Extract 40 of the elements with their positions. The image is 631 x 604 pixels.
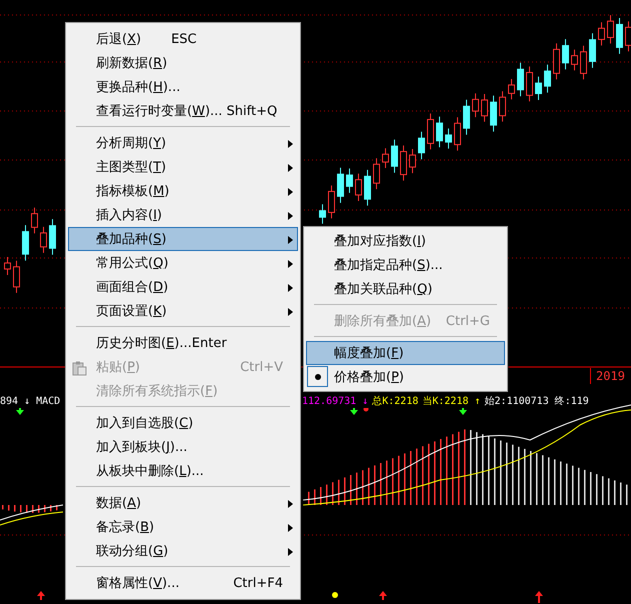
- signal-dot: [332, 592, 338, 598]
- menu-item[interactable]: 常用公式(Q): [68, 251, 298, 275]
- menu-item[interactable]: 画面组合(D): [68, 275, 298, 299]
- menu-item[interactable]: 主图类型(T): [68, 155, 298, 179]
- clipboard-icon: [71, 360, 87, 376]
- arrow-up-icon: [37, 591, 45, 600]
- arrow-up-icon: [535, 591, 543, 603]
- menu-item[interactable]: 分析周期(Y): [68, 131, 298, 155]
- menu-item[interactable]: 查看运行时变量(W)... Shift+Q: [68, 99, 298, 123]
- menu-item[interactable]: 历史分时图(E)...Enter: [68, 331, 298, 355]
- menu-item[interactable]: 更换品种(H)...: [68, 75, 298, 99]
- menu-item[interactable]: 刷新数据(R): [68, 51, 298, 75]
- menu-item[interactable]: 页面设置(K): [68, 299, 298, 323]
- menu-item[interactable]: 叠加关联品种(Q): [306, 277, 505, 301]
- menu-item[interactable]: 加入到板块(J)...: [68, 435, 298, 459]
- menu-item[interactable]: 叠加对应指数(I): [306, 229, 505, 253]
- indicator-line: [0, 512, 64, 526]
- indicator-value: 当K:2218 ↑: [422, 395, 481, 408]
- menu-item[interactable]: 加入到自选股(C): [68, 411, 298, 435]
- indicator-line: [0, 504, 64, 520]
- arrow-up-icon: [379, 591, 387, 600]
- indicator-legend: 894 ↓ MACD: [0, 395, 60, 408]
- menu-item[interactable]: 叠加指定品种(S)...: [306, 253, 505, 277]
- menu-item[interactable]: 窗格属性(V)... Ctrl+F4: [68, 571, 298, 595]
- menu-item[interactable]: 后退(X) ESC: [68, 27, 298, 51]
- indicator-value: 始2:1100713 终:119: [484, 395, 589, 408]
- menu-item[interactable]: 叠加品种(S): [68, 227, 298, 251]
- indicator-value: 112.69731 ↓: [302, 395, 368, 408]
- menu-item[interactable]: 插入内容(I): [68, 203, 298, 227]
- indicator-value: 总K:2218: [372, 395, 418, 408]
- menu-item[interactable]: 联动分组(G): [68, 539, 298, 563]
- menu-item[interactable]: 指标模板(M): [68, 179, 298, 203]
- menu-item[interactable]: 价格叠加(P): [306, 365, 505, 389]
- menu-item[interactable]: 数据(A): [68, 491, 298, 515]
- radio-check-icon: [307, 366, 328, 387]
- macd-bar-series: [2, 505, 58, 513]
- menu-item[interactable]: 从板块中删除(L)...: [68, 459, 298, 483]
- menu-item[interactable]: 备忘录(B): [68, 515, 298, 539]
- menu-item[interactable]: 幅度叠加(F): [306, 341, 505, 365]
- year-label: 2019: [590, 368, 630, 384]
